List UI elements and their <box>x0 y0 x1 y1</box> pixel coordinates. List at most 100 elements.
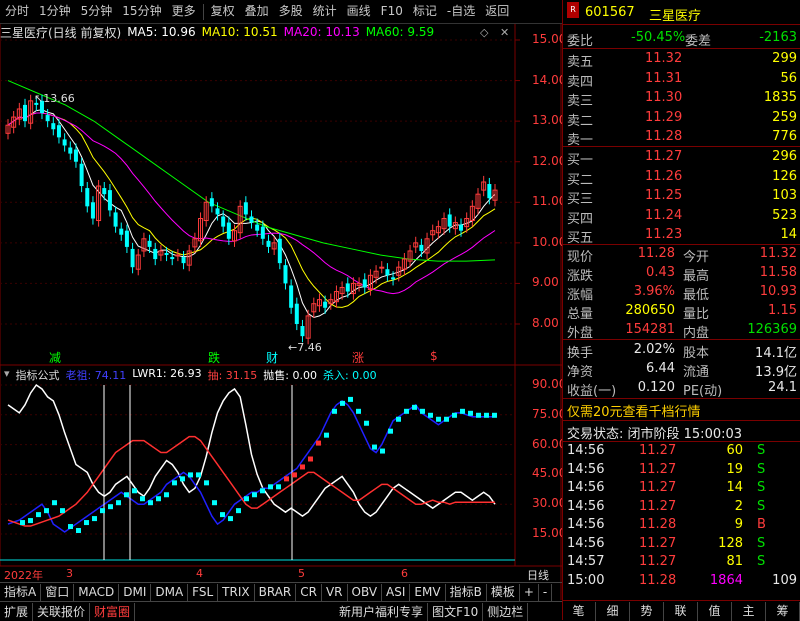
ind-block <box>292 472 297 478</box>
quote-tab-0[interactable]: 笔 <box>562 601 596 621</box>
candle-body <box>487 184 492 199</box>
tick-price: 11.27 <box>639 461 677 477</box>
candle-body <box>300 326 305 337</box>
ask-label: 卖四 <box>567 74 594 90</box>
indicator-tab-10[interactable]: OBV <box>348 583 383 601</box>
indicator-tab-15[interactable]: + <box>520 583 539 601</box>
indicator-tab-0[interactable]: 指标A <box>0 583 42 601</box>
indicator-tab-14[interactable]: 模板 <box>487 583 520 601</box>
ind-block <box>380 448 385 454</box>
candle-body <box>260 226 265 239</box>
ind-block <box>52 500 57 506</box>
quote-tab-3[interactable]: 联 <box>664 601 698 621</box>
ind-block <box>284 476 289 482</box>
indicator-tab-7[interactable]: BRAR <box>255 583 297 601</box>
ask-row[interactable]: 卖二 11.29 259 <box>563 109 800 129</box>
candle-body <box>107 190 112 211</box>
indicator-name[interactable]: 指标公式 <box>16 367 60 383</box>
tick-time: 14:56 <box>567 480 605 495</box>
quote-tab-2[interactable]: 势 <box>630 601 664 621</box>
ext-tab-2[interactable]: 财富圈 <box>90 602 136 621</box>
candle-body <box>124 230 129 247</box>
tick-volume: 60 <box>726 443 743 458</box>
ask-volume: 1835 <box>763 90 797 105</box>
event-marker-dollar[interactable]: $ <box>430 349 438 363</box>
indicator-tab-2[interactable]: MACD <box>74 583 120 601</box>
ind-block <box>300 464 305 470</box>
ask-price: 11.28 <box>645 129 683 144</box>
event-marker-fall[interactable]: 跌 <box>208 349 220 366</box>
bid-row[interactable]: 买四 11.24 523 <box>563 207 800 227</box>
indicator-menu-icon[interactable]: ▾ <box>4 367 10 383</box>
quote-tab-6[interactable]: 筹 <box>766 601 800 621</box>
candle-body <box>85 188 90 207</box>
ind-block <box>180 476 185 482</box>
indicator-tab-16[interactable]: - <box>539 583 553 601</box>
candle-body <box>266 240 271 247</box>
period-label[interactable]: 日线 <box>527 567 549 583</box>
indicator-tab-1[interactable]: 窗口 <box>41 583 75 601</box>
ask-row[interactable]: 卖一 11.28 776 <box>563 128 800 148</box>
indicator-tab-3[interactable]: DMI <box>119 583 152 601</box>
candle-body <box>379 266 385 269</box>
ask-row[interactable]: 卖四 11.31 56 <box>563 70 800 90</box>
stat-label: 最高 <box>683 269 710 284</box>
bid-row[interactable]: 买一 11.27 296 <box>563 148 800 168</box>
quote-tab-5[interactable]: 主 <box>732 601 766 621</box>
ask-row[interactable]: 卖三 11.30 1835 <box>563 89 800 109</box>
indicator-tab-9[interactable]: VR <box>322 583 348 601</box>
date-month-5: 5 <box>298 567 305 580</box>
candle-body <box>283 265 288 284</box>
ind-block <box>316 440 321 446</box>
stat-row: 总量 280650 量比 1.15 <box>563 302 800 322</box>
indicator-tab-5[interactable]: FSL <box>188 583 219 601</box>
ind-white-line <box>7 383 496 518</box>
ma20-line <box>7 112 496 295</box>
ind-block <box>124 492 129 498</box>
tick-side: S <box>757 461 766 477</box>
event-marker-reduce[interactable]: 减 <box>49 349 61 366</box>
candle-body <box>147 240 152 247</box>
candle-body <box>164 252 169 256</box>
ind-block <box>308 456 313 462</box>
ask-price: 11.32 <box>645 51 683 66</box>
stat-row: 涨幅 3.96% 最低 10.93 <box>563 283 800 303</box>
indicator-tab-12[interactable]: EMV <box>410 583 446 601</box>
tick-price: 11.28 <box>639 572 677 588</box>
bid-label: 买四 <box>567 211 594 227</box>
ext-tab-4[interactable]: 图文F10 <box>428 602 484 621</box>
promo-link[interactable]: 仅需20元查看千档行情 <box>567 401 701 420</box>
ask-row[interactable]: 卖五 11.32 299 <box>563 50 800 70</box>
bid-price: 11.23 <box>645 227 683 242</box>
quote-tab-4[interactable]: 值 <box>698 601 732 621</box>
indicator-tab-11[interactable]: ASI <box>382 583 411 601</box>
ask-volume: 259 <box>772 109 797 125</box>
candle-body <box>345 283 350 292</box>
indicator-sub4: 抛售: 0.00 <box>263 369 317 382</box>
bid-row[interactable]: 买三 11.25 103 <box>563 187 800 207</box>
high-arrow-icon: ↖ <box>34 92 44 105</box>
quote-tab-1[interactable]: 细 <box>596 601 630 621</box>
indicator-header: ▾ 指标公式 老祖: 74.11 LWR1: 26.93 抽: 31.15 抛售… <box>4 367 377 383</box>
indicator-tab-13[interactable]: 指标B <box>446 583 487 601</box>
candle-body <box>419 244 424 251</box>
ext-tab-1[interactable]: 关联报价 <box>33 602 91 621</box>
event-marker-rise[interactable]: 涨 <box>352 349 364 366</box>
stat-label: 涨跌 <box>567 269 594 284</box>
indicator-tab-6[interactable]: TRIX <box>218 583 255 601</box>
bid-row[interactable]: 买二 11.26 126 <box>563 168 800 188</box>
event-marker-finance[interactable]: 财 <box>266 349 278 366</box>
ext-tab-3[interactable]: 新用户福利专享 <box>335 602 429 621</box>
tick-volume: 9 <box>734 517 743 532</box>
tick-time: 14:56 <box>567 535 605 551</box>
indicator-tab-4[interactable]: DMA <box>151 583 189 601</box>
ind-block <box>444 416 449 422</box>
ext-tab-5[interactable]: 侧边栏 <box>483 602 529 621</box>
ext-tab-0[interactable]: 扩展 <box>0 602 34 621</box>
indicator-tab-8[interactable]: CR <box>296 583 322 601</box>
ind-block <box>36 512 41 518</box>
tick-volume: 2 <box>734 498 743 514</box>
bid-row[interactable]: 买五 11.23 14 <box>563 226 800 246</box>
ind-block <box>188 472 193 478</box>
stat2-value: 14.1亿 <box>755 346 797 361</box>
